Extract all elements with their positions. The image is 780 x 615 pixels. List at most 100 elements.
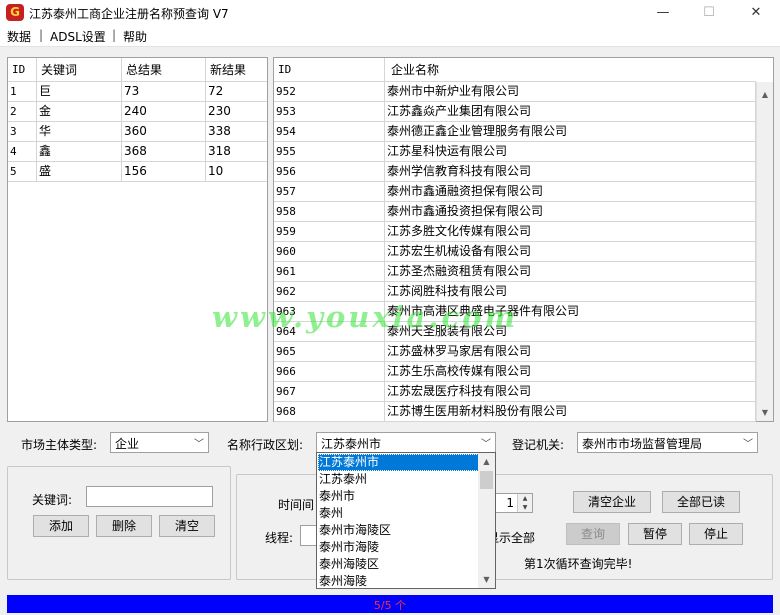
table-row[interactable]: 959 江苏多胜文化传媒有限公司: [274, 222, 756, 242]
dropdown-option[interactable]: 泰州市海陵区: [318, 522, 479, 539]
window-title: 江苏泰州工商企业注册名称预查询 V7: [29, 7, 229, 21]
cell-company-name: 江苏圣杰融资租赁有限公司: [385, 262, 756, 281]
table-row[interactable]: 4 鑫 368 318: [8, 142, 267, 162]
cell-total: 240: [122, 102, 206, 121]
cell-total: 73: [122, 82, 206, 101]
cell-keyword: 鑫: [37, 142, 122, 161]
table-row[interactable]: 952 泰州市中新炉业有限公司: [274, 82, 756, 102]
scroll-up-icon[interactable]: ▲: [478, 453, 495, 470]
table-row[interactable]: 967 江苏宏晟医疗科技有限公司: [274, 382, 756, 402]
maximize-button[interactable]: ☐: [686, 0, 732, 25]
col-company-name[interactable]: 企业名称: [385, 58, 756, 82]
dropdown-option[interactable]: 泰州市: [318, 488, 479, 505]
pause-button[interactable]: 暂停: [628, 523, 682, 545]
cell-new: 10: [208, 164, 224, 178]
stepper-down-icon[interactable]: ▼: [517, 503, 532, 512]
region-dropdown-list[interactable]: 江苏泰州市 江苏泰州 泰州市 泰州 泰州市海陵区 泰州市海陵 泰州海陵区 泰州海陵 ▲ ▼: [316, 452, 496, 589]
cell-company-id: 966: [274, 362, 385, 381]
scroll-up-icon[interactable]: ▲: [757, 86, 773, 103]
title-bar: G 江苏泰州工商企业注册名称预查询 V7 — ☐ ✕: [0, 0, 780, 25]
clear-button[interactable]: 清空: [159, 515, 215, 537]
clear-companies-button[interactable]: 清空企业: [573, 491, 651, 513]
menu-adsl-settings[interactable]: ADSL设置: [50, 28, 106, 45]
chevron-down-icon: ﹀: [194, 439, 204, 450]
cell-company-name: 泰州市鑫通融资担保有限公司: [385, 182, 756, 201]
company-table[interactable]: ID 企业名称 952 泰州市中新炉业有限公司 953 江苏鑫焱产业集团有限公司 954…: [273, 57, 774, 422]
table-row[interactable]: 960 江苏宏生机械设备有限公司: [274, 242, 756, 262]
dropdown-option[interactable]: 江苏泰州: [318, 471, 479, 488]
table-row[interactable]: 966 江苏生乐高校传媒有限公司: [274, 362, 756, 382]
cell-company-id: 954: [274, 122, 385, 141]
keyword-table[interactable]: ID 关键词 总结果 新结果 1 巨 73 72 2 金 240 230 3 华 360 338 4 鑫 3…: [7, 57, 268, 422]
mark-all-read-button[interactable]: 全部已读: [662, 491, 740, 513]
dropdown-option[interactable]: 江苏泰州市: [318, 454, 479, 471]
table-row[interactable]: 955 江苏星科快运有限公司: [274, 142, 756, 162]
table-row[interactable]: 962 江苏阅胜科技有限公司: [274, 282, 756, 302]
dropdown-option[interactable]: 泰州海陵区: [318, 556, 479, 573]
chevron-down-icon: ﹀: [481, 439, 491, 450]
cell-company-id: 953: [274, 102, 385, 121]
table-row[interactable]: 5 盛 156 10: [8, 162, 267, 182]
cell-company-id: 967: [274, 382, 385, 401]
table-row[interactable]: 964 泰州天圣服装有限公司: [274, 322, 756, 342]
cell-company-name: 泰州德正鑫企业管理服务有限公司: [385, 122, 756, 141]
dropdown-option[interactable]: 泰州市海陵: [318, 539, 479, 556]
dropdown-scrollbar[interactable]: ▲ ▼: [478, 453, 495, 588]
query-button[interactable]: 查询: [566, 523, 620, 545]
cell-company-name: 泰州市中新炉业有限公司: [385, 82, 756, 101]
table-row[interactable]: 963 泰州市高港区典盛电子器件有限公司: [274, 302, 756, 322]
minimize-button[interactable]: —: [640, 0, 686, 25]
cell-company-name: 江苏宏生机械设备有限公司: [385, 242, 756, 261]
authority-select[interactable]: 泰州市市场监督管理局 ﹀: [577, 432, 758, 453]
table-row[interactable]: 957 泰州市鑫通融资担保有限公司: [274, 182, 756, 202]
table-row[interactable]: 1 巨 73 72: [8, 82, 267, 102]
authority-value: 泰州市市场监督管理局: [582, 437, 703, 451]
cell-company-name: 江苏阅胜科技有限公司: [385, 282, 756, 301]
col-id[interactable]: ID: [8, 58, 37, 82]
close-button[interactable]: ✕: [733, 0, 779, 25]
cell-id: 3: [8, 122, 37, 141]
table-row[interactable]: 953 江苏鑫焱产业集团有限公司: [274, 102, 756, 122]
keyword-label: 关键词:: [32, 493, 73, 507]
col-total[interactable]: 总结果: [122, 58, 206, 82]
add-button[interactable]: 添加: [33, 515, 89, 537]
table-row[interactable]: 958 泰州市鑫通投资担保有限公司: [274, 202, 756, 222]
cell-keyword: 华: [37, 122, 122, 141]
stepper-up-icon[interactable]: ▲: [517, 494, 532, 503]
dropdown-option[interactable]: 泰州: [318, 505, 479, 522]
dropdown-option[interactable]: 泰州海陵: [318, 573, 479, 588]
cell-company-name: 泰州市高港区典盛电子器件有限公司: [385, 302, 756, 321]
chevron-down-icon: ﹀: [743, 439, 753, 450]
menu-separator: |: [39, 28, 44, 42]
menu-help[interactable]: 帮助: [123, 28, 147, 45]
stop-button[interactable]: 停止: [689, 523, 743, 545]
cell-company-id: 955: [274, 142, 385, 161]
table-row[interactable]: 2 金 240 230: [8, 102, 267, 122]
table-row[interactable]: 954 泰州德正鑫企业管理服务有限公司: [274, 122, 756, 142]
table-row[interactable]: 961 江苏圣杰融资租赁有限公司: [274, 262, 756, 282]
scroll-thumb[interactable]: [480, 471, 493, 489]
col-keyword[interactable]: 关键词: [37, 58, 122, 82]
region-value: 江苏泰州市: [321, 437, 382, 451]
cell-new: 338: [208, 124, 231, 138]
cell-id: 2: [8, 102, 37, 121]
col-company-id[interactable]: ID: [274, 58, 385, 82]
scroll-down-icon[interactable]: ▼: [757, 404, 773, 421]
table-row[interactable]: 968 江苏博生医用新材料股份有限公司: [274, 402, 756, 422]
table-row[interactable]: 965 江苏盛林罗马家居有限公司: [274, 342, 756, 362]
region-select[interactable]: 江苏泰州市 ﹀: [316, 432, 496, 453]
keyword-panel: 关键词: 添加 删除 清空: [7, 466, 231, 580]
scroll-down-icon[interactable]: ▼: [478, 571, 495, 588]
cell-company-name: 江苏生乐高校传媒有限公司: [385, 362, 756, 381]
market-type-select[interactable]: 企业 ﹀: [110, 432, 209, 453]
table-row[interactable]: 3 华 360 338: [8, 122, 267, 142]
cell-id: 4: [8, 142, 37, 161]
menu-data[interactable]: 数据: [7, 28, 31, 45]
cell-company-id: 952: [274, 82, 385, 101]
table-row[interactable]: 956 泰州学信教育科技有限公司: [274, 162, 756, 182]
delete-button[interactable]: 删除: [96, 515, 152, 537]
col-new[interactable]: 新结果: [206, 58, 267, 82]
keyword-input[interactable]: [86, 486, 213, 507]
cell-company-id: 965: [274, 342, 385, 361]
company-table-scrollbar[interactable]: ▲ ▼: [756, 82, 773, 421]
